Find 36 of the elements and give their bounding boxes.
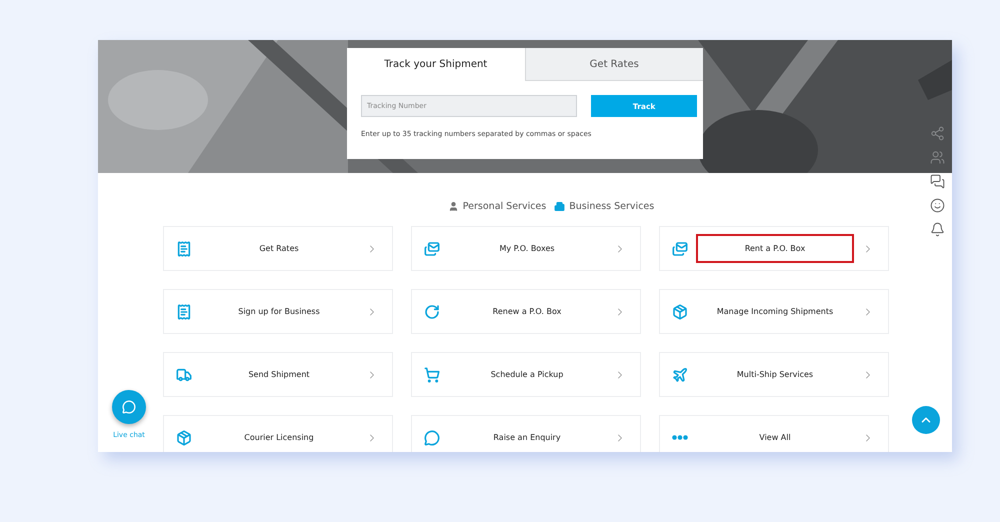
plane-icon xyxy=(672,366,688,382)
more-icon xyxy=(672,435,688,440)
chat-icon[interactable] xyxy=(930,174,945,189)
speech-bubble-icon xyxy=(424,430,440,446)
envelopes-icon xyxy=(424,240,440,256)
share-icon[interactable] xyxy=(930,126,945,141)
box-icon xyxy=(176,430,192,446)
notifications-icon[interactable] xyxy=(930,222,945,237)
service-card[interactable]: Schedule a Pickup xyxy=(411,352,641,397)
box-icon xyxy=(672,304,688,320)
service-tab[interactable]: Personal Services xyxy=(448,201,546,212)
service-card[interactable]: Renew a P.O. Box xyxy=(411,289,641,334)
cart-icon xyxy=(424,366,440,382)
smiley-icon[interactable] xyxy=(930,198,945,213)
receipt-icon xyxy=(176,240,192,256)
service-card[interactable]: Raise an Enquiry xyxy=(411,415,641,452)
scroll-top-button[interactable] xyxy=(912,406,940,434)
service-card[interactable]: My P.O. Boxes xyxy=(411,226,641,271)
service-tab[interactable]: Business Services xyxy=(554,201,654,212)
service-card[interactable]: Sign up for Business xyxy=(163,289,393,334)
envelopes-icon xyxy=(672,240,688,256)
service-card[interactable]: Courier Licensing xyxy=(163,415,393,452)
group-icon[interactable] xyxy=(930,150,945,165)
service-card[interactable]: Send Shipment xyxy=(163,352,393,397)
live-chat-button[interactable] xyxy=(112,390,146,424)
receipt-icon xyxy=(176,304,192,320)
truck-icon xyxy=(176,366,192,382)
refresh-icon xyxy=(424,304,440,320)
service-card[interactable]: Rent a P.O. Box xyxy=(659,226,889,271)
service-card[interactable]: Multi-Ship Services xyxy=(659,352,889,397)
service-card[interactable]: Get Rates xyxy=(163,226,393,271)
tab[interactable]: Get Rates xyxy=(524,48,703,81)
service-card[interactable]: Manage Incoming Shipments xyxy=(659,289,889,334)
service-card[interactable]: View All xyxy=(659,415,889,452)
person-icon xyxy=(448,201,459,212)
speech-bubble-icon xyxy=(122,400,136,414)
